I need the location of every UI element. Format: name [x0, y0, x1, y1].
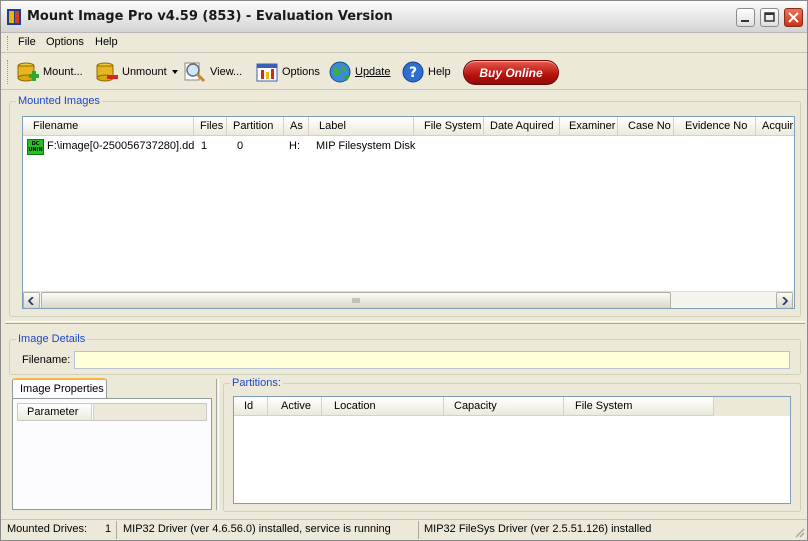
mount-button[interactable]: Mount... — [16, 58, 83, 86]
horizontal-splitter[interactable] — [5, 321, 805, 324]
status-mounted-label: Mounted Drives: — [7, 523, 88, 535]
options-icon — [256, 63, 278, 82]
horizontal-scrollbar[interactable] — [23, 291, 794, 308]
col-active[interactable]: Active — [268, 397, 322, 416]
row-files: 1 — [201, 140, 208, 152]
partitions-list[interactable]: Id Active Location Capacity File System — [233, 396, 791, 504]
col-file-system[interactable]: File System — [414, 117, 484, 136]
menu-grip — [7, 36, 10, 50]
chevron-right-icon — [782, 296, 788, 305]
col-date-aquired[interactable]: Date Aquired — [484, 117, 560, 136]
update-button[interactable]: Update — [328, 58, 390, 86]
view-label: View... — [210, 66, 243, 78]
row-filename: F:\image[0-250056737280].dd — [47, 140, 195, 152]
menu-help[interactable]: Help — [95, 36, 118, 48]
options-label: Options — [282, 66, 320, 78]
disk-image-icon-text: DC UNIN — [28, 141, 43, 153]
help-button[interactable]: ? Help — [401, 58, 451, 86]
close-button[interactable] — [784, 8, 803, 27]
buy-online-button[interactable]: Buy Online — [463, 60, 559, 85]
mount-disk-icon — [17, 62, 39, 82]
status-driver: MIP32 Driver (ver 4.6.56.0) installed, s… — [119, 521, 419, 539]
unmount-disk-icon — [96, 62, 118, 82]
update-label: Update — [355, 66, 391, 78]
col-partition-file-system[interactable]: File System — [564, 397, 714, 416]
col-label[interactable]: Label — [309, 117, 414, 136]
vertical-splitter[interactable] — [216, 379, 219, 510]
col-partitions-filler — [714, 397, 790, 416]
status-mounted-count: 1 — [105, 523, 112, 535]
image-properties-header: Parameter — [18, 404, 206, 420]
app-icon — [7, 9, 21, 25]
row-partition: 0 — [237, 140, 244, 152]
grip-icon — [352, 298, 360, 303]
view-button[interactable]: View... — [183, 58, 242, 86]
chevron-down-icon[interactable] — [171, 68, 179, 76]
col-as[interactable]: As — [284, 117, 309, 136]
magnifier-icon — [184, 62, 206, 83]
window-title: Mount Image Pro v4.59 (853) - Evaluation… — [27, 9, 393, 24]
menu-file[interactable]: File — [18, 36, 36, 48]
scroll-right-button[interactable] — [776, 292, 793, 308]
filename-field[interactable] — [74, 351, 790, 369]
main-window: Mount Image Pro v4.59 (853) - Evaluation… — [0, 0, 808, 541]
svg-text:?: ? — [409, 65, 417, 81]
help-icon: ? — [402, 61, 424, 83]
mount-label: Mount... — [43, 66, 83, 78]
filename-label: Filename: — [22, 354, 71, 366]
col-capacity[interactable]: Capacity — [444, 397, 564, 416]
image-details-legend: Image Details — [18, 333, 86, 345]
image-properties-list[interactable]: Parameter — [17, 403, 207, 421]
minimize-icon — [741, 20, 749, 22]
unmount-label: Unmount — [122, 66, 167, 78]
maximize-button[interactable] — [760, 8, 779, 27]
col-id[interactable]: Id — [234, 397, 268, 416]
row-as: H: — [289, 140, 300, 152]
image-properties-panel: Parameter — [12, 398, 212, 510]
mounted-images-list[interactable]: Filename Files Partition As Label File S… — [22, 116, 795, 309]
col-evidence-no[interactable]: Evidence No — [674, 117, 756, 136]
partitions-legend: Partitions: — [232, 377, 281, 389]
col-case-no[interactable]: Case No — [618, 117, 674, 136]
col-location[interactable]: Location — [322, 397, 444, 416]
tab-image-properties[interactable]: Image Properties — [12, 378, 107, 399]
status-bar: Mounted Drives: 1 MIP32 Driver (ver 4.6.… — [1, 519, 807, 540]
menu-bar: File Options Help — [1, 33, 807, 53]
help-label: Help — [428, 66, 451, 78]
col-partition[interactable]: Partition — [227, 117, 284, 136]
toolbar: Mount... Unmount View... Options Update … — [1, 54, 807, 90]
disk-image-icon: DC UNIN — [27, 139, 44, 155]
globe-update-icon — [329, 61, 351, 83]
scroll-left-button[interactable] — [23, 292, 40, 308]
partitions-header: Id Active Location Capacity File System — [234, 397, 790, 416]
unmount-button[interactable]: Unmount — [95, 58, 179, 86]
options-button[interactable]: Options — [255, 58, 320, 86]
col-parameter[interactable]: Parameter — [18, 404, 92, 420]
toolbar-grip — [7, 60, 10, 84]
minimize-button[interactable] — [736, 8, 755, 27]
col-value-divider — [92, 404, 94, 420]
status-fs-driver: MIP32 FileSys Driver (ver 2.5.51.126) in… — [424, 523, 652, 535]
title-bar: Mount Image Pro v4.59 (853) - Evaluation… — [1, 1, 807, 33]
menu-options[interactable]: Options — [46, 36, 84, 48]
chevron-left-icon — [28, 296, 34, 305]
table-row[interactable]: DC UNIN F:\image[0-250056737280].dd 1 0 … — [23, 138, 794, 156]
mounted-images-legend: Mounted Images — [18, 95, 100, 107]
status-mounted-panel: Mounted Drives: 1 — [3, 521, 117, 539]
maximize-icon — [764, 12, 775, 22]
col-acquir[interactable]: Acquir — [756, 117, 794, 136]
row-label: MIP Filesystem Disk — [316, 140, 416, 152]
col-files[interactable]: Files — [194, 117, 227, 136]
scroll-thumb[interactable] — [41, 292, 671, 308]
close-icon — [788, 12, 799, 23]
col-examiner[interactable]: Examiner — [560, 117, 618, 136]
mounted-images-header: Filename Files Partition As Label File S… — [23, 117, 794, 136]
col-filename[interactable]: Filename — [23, 117, 194, 136]
resize-grip-icon[interactable] — [793, 526, 805, 538]
